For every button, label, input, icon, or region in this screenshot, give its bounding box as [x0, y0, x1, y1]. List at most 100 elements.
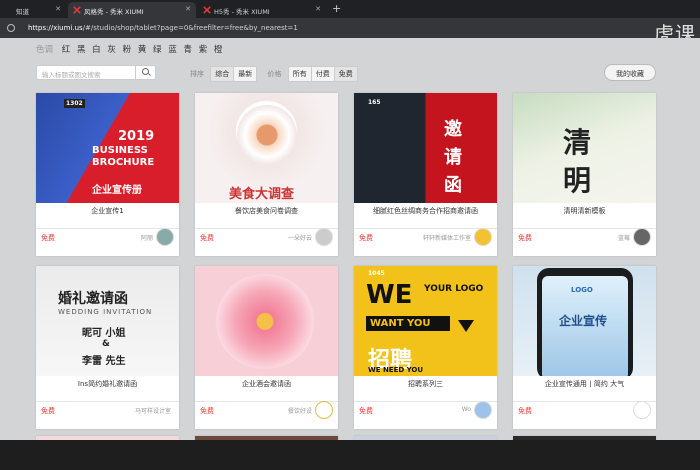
color-filter: 色调 红 黑 白 灰 粉 黄 绿 蓝 青 紫 橙 — [36, 43, 226, 55]
author-avatar[interactable] — [315, 401, 333, 419]
thumb-line: WE NEED YOU — [368, 366, 424, 374]
author-name: 一朵好云 — [287, 235, 312, 242]
price-tag: 免费 — [518, 234, 532, 242]
price-option-all[interactable]: 所有 — [287, 66, 312, 82]
template-title: 企业酒会邀请函 — [195, 376, 338, 402]
price-option-paid[interactable]: 付费 — [310, 66, 335, 82]
author-avatar[interactable] — [633, 228, 651, 246]
search-input[interactable]: 输入标题或图文搜索 — [36, 65, 156, 80]
tab-label: 风格秀 - 秀米 XIUMI — [84, 8, 144, 16]
thumb-line: 李雷 先生 — [82, 356, 126, 367]
tab-label: H5秀 - 秀米 XIUMI — [214, 8, 270, 16]
close-icon[interactable]: ✕ — [55, 5, 61, 13]
template-card[interactable]: 美食大调查 餐饮店美食问卷调查 免费 一朵好云 — [195, 93, 338, 256]
author-name: 马可样设计室 — [134, 408, 171, 415]
thumb-line: 邀 — [444, 119, 462, 140]
template-card[interactable]: 1045 WE YOUR LOGO WANT YOU 招聘 WE NEED YO… — [354, 266, 497, 429]
template-title: Ins简约婚礼邀请函 — [36, 376, 179, 402]
thumb-line: & — [102, 339, 110, 349]
sort-group: 排序 综合 最新 — [190, 66, 258, 82]
template-card[interactable]: LOGO 企业宣传 企业宣传通用丨简约 大气 免费 — [513, 266, 656, 429]
color-option-cyan[interactable]: 青 — [183, 45, 192, 55]
color-option-red[interactable]: 红 — [62, 45, 71, 55]
color-option-pink[interactable]: 粉 — [123, 45, 132, 55]
template-thumbnail: 165 邀 请 函 — [354, 93, 497, 203]
close-icon[interactable]: ✕ — [315, 5, 321, 13]
template-thumbnail: LOGO 企业宣传 — [513, 266, 656, 376]
template-thumbnail: 1302 2019 BUSINESS BROCHURE 企业宣传册 — [36, 93, 179, 203]
color-option-black[interactable]: 黑 — [77, 45, 86, 55]
template-title: 企业宣传1 — [36, 203, 179, 229]
sort-option-newest[interactable]: 最新 — [233, 66, 258, 82]
color-option-gray[interactable]: 灰 — [107, 45, 116, 55]
template-card[interactable]: 婚礼邀请函 WEDDING INVITATION 昵可 小姐 & 李雷 先生 I… — [36, 266, 179, 429]
tab-3[interactable]: H5秀 - 秀米 XIUMI ✕ — [198, 2, 326, 18]
thumb-line: 清 — [563, 126, 592, 159]
price-tag: 免费 — [41, 234, 55, 242]
thumb-line: 企业宣传 — [559, 314, 608, 328]
template-thumbnail: 美食大调查 — [195, 93, 338, 203]
price-group: 价格 所有 付费 免费 — [267, 66, 358, 82]
search-icon[interactable] — [135, 65, 155, 80]
food-plate-image — [237, 105, 297, 165]
author-avatar[interactable] — [315, 228, 333, 246]
browser-tab-bar: 知道 ✕ 风格秀 - 秀米 XIUMI ✕ H5秀 - 秀米 XIUMI ✕ + — [0, 0, 700, 18]
video-overlay-bar — [0, 440, 700, 470]
author-avatar[interactable] — [156, 228, 174, 246]
price-option-free[interactable]: 免费 — [333, 66, 358, 82]
price-tag: 免费 — [518, 407, 532, 415]
author-name: Wo — [461, 406, 471, 413]
template-title: 清明清新模板 — [513, 203, 656, 229]
thumb-line: 2019 — [118, 129, 155, 144]
badge-number: 1302 — [64, 99, 85, 108]
price-label: 价格 — [267, 70, 282, 78]
thumb-line: 美食大调查 — [229, 187, 295, 202]
author-name: 蓝莓 — [617, 235, 630, 242]
template-card[interactable]: 清 明 清明清新模板 免费 蓝莓 — [513, 93, 656, 256]
price-tag: 免费 — [359, 234, 373, 242]
color-option-white[interactable]: 白 — [92, 45, 101, 55]
price-tag: 免费 — [200, 234, 214, 242]
url-field[interactable]: https://xiumi.us/#/studio/shop/tablet?pa… — [20, 21, 560, 35]
my-favorites-button[interactable]: 我的收藏 — [604, 64, 656, 81]
thumb-line: YOUR LOGO — [424, 284, 484, 294]
thumb-line: 请 — [444, 147, 462, 168]
badge-number: 165 — [368, 99, 381, 106]
thumb-line: 函 — [444, 175, 462, 196]
thumb-line: WANT YOU — [366, 316, 450, 331]
sort-label: 排序 — [190, 70, 204, 78]
author-avatar[interactable] — [633, 401, 651, 419]
author-avatar[interactable] — [474, 228, 492, 246]
author-avatar[interactable] — [474, 401, 492, 419]
color-option-orange[interactable]: 橙 — [214, 45, 223, 55]
badge-number: 1045 — [368, 270, 385, 277]
peony-flower-image — [215, 274, 315, 369]
reload-icon[interactable] — [7, 24, 15, 32]
thumb-line: 婚礼邀请函 — [58, 291, 128, 307]
xiumi-logo-icon — [203, 6, 211, 14]
color-option-green[interactable]: 绿 — [153, 45, 162, 55]
xiumi-shop-page: 色调 红 黑 白 灰 粉 黄 绿 蓝 青 紫 橙 输入标题或图文搜索 排序 综合… — [0, 38, 700, 440]
close-icon[interactable]: ✕ — [185, 5, 191, 13]
template-title: 企业宣传通用丨简约 大气 — [513, 376, 656, 402]
author-name: 阿丽 — [140, 235, 153, 242]
template-card[interactable]: 1302 2019 BUSINESS BROCHURE 企业宣传册 企业宣传1 … — [36, 93, 179, 256]
color-option-yellow[interactable]: 黄 — [138, 45, 147, 55]
sort-price-filters: 排序 综合 最新 价格 所有 付费 免费 — [190, 66, 366, 82]
template-thumbnail: 清 明 — [513, 93, 656, 203]
template-card[interactable]: 165 邀 请 函 细腻红色丝绸商务合作招商邀请函 免费 轩轩新媒体工作室 — [354, 93, 497, 256]
address-bar: https://xiumi.us/#/studio/shop/tablet?pa… — [0, 18, 700, 38]
template-thumbnail: 婚礼邀请函 WEDDING INVITATION 昵可 小姐 & 李雷 先生 — [36, 266, 179, 376]
color-option-purple[interactable]: 紫 — [199, 45, 208, 55]
sort-option-default[interactable]: 综合 — [210, 66, 235, 82]
tab-2[interactable]: 风格秀 - 秀米 XIUMI ✕ — [68, 2, 196, 18]
triangle-icon — [458, 320, 474, 332]
color-option-blue[interactable]: 蓝 — [168, 45, 177, 55]
color-filter-label: 色调 — [36, 45, 54, 55]
thumb-line: BROCHURE — [92, 157, 155, 168]
template-card[interactable]: 企业酒会邀请函 免费 餐饮好设 — [195, 266, 338, 429]
author-name: 轩轩新媒体工作室 — [422, 235, 471, 242]
new-tab-button[interactable]: + — [332, 2, 341, 15]
tab-1[interactable]: 知道 ✕ — [0, 2, 66, 18]
thumb-line: WE — [366, 280, 413, 310]
